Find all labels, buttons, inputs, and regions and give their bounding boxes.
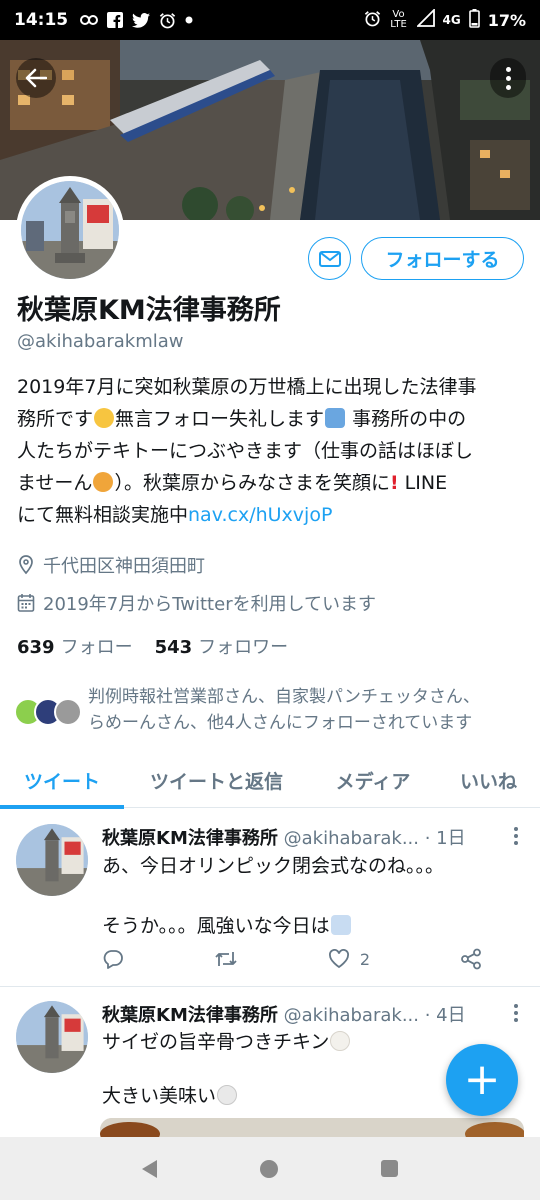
- bio-line: 人たちがテキトーにつぶやきます（仕事の話はほぼし: [17, 440, 474, 462]
- avatar-image: [16, 1001, 88, 1073]
- profile-tabs: ツイート ツイートと返信 メディア いいね: [0, 752, 540, 809]
- alarm-icon: [159, 12, 176, 29]
- retweet-icon: [215, 952, 237, 966]
- plus-icon: +: [463, 1054, 501, 1105]
- tweet-author-name: 秋葉原KM法律事務所: [102, 828, 278, 849]
- status-time: 14:15: [14, 10, 69, 30]
- tweet-avatar[interactable]: [16, 824, 88, 896]
- alarm-icon: [364, 10, 381, 31]
- nav-home-icon[interactable]: [259, 1159, 278, 1178]
- followed-by-row[interactable]: 判例時報社営業部さん、自家製パンチェッタさん、 らめーんさん、他4人さんにフォロ…: [14, 684, 534, 736]
- system-nav-bar: [0, 1137, 540, 1200]
- arrow-left-icon: [25, 68, 47, 88]
- joined-row: 2019年7月からTwitterを利用しています: [17, 590, 376, 616]
- compose-tweet-button[interactable]: +: [446, 1044, 518, 1116]
- back-button[interactable]: [16, 58, 56, 98]
- avatar: [54, 698, 82, 726]
- tweet-more-icon[interactable]: [514, 827, 518, 845]
- status-bar: 14:15 Vo LTE 4G 17%: [0, 0, 540, 40]
- tweet-time: · 1日: [424, 828, 466, 849]
- profile-joined: 2019年7月からTwitterを利用しています: [43, 594, 377, 615]
- network-type: 4G: [442, 13, 461, 27]
- person-bowing-emoji-icon: [325, 408, 346, 428]
- reply-icon: [103, 950, 123, 969]
- profile-location: 千代田区神田須田町: [43, 556, 205, 577]
- retweet-button[interactable]: [214, 950, 238, 968]
- battery-icon: [468, 8, 480, 32]
- profile-handle: @akihabarakmlaw: [17, 331, 184, 352]
- link-icon: [80, 14, 99, 26]
- avatar-image: [16, 824, 88, 896]
- location-row: 千代田区神田須田町: [17, 552, 205, 578]
- followers-label: フォロワー: [198, 637, 289, 658]
- upside-down-face-emoji-icon: [93, 472, 114, 492]
- following-link[interactable]: 639 フォロー: [17, 633, 133, 659]
- reply-button[interactable]: [102, 949, 124, 969]
- tweet-more-icon[interactable]: [514, 1004, 518, 1022]
- tweet-avatar[interactable]: [16, 1001, 88, 1073]
- heart-icon: [328, 949, 349, 969]
- tab-media[interactable]: メディア: [309, 752, 437, 808]
- calendar-icon: [17, 593, 35, 613]
- tweet-time: · 4日: [424, 1005, 466, 1026]
- followed-by-avatars: [14, 688, 86, 732]
- volte-icon: Vo LTE: [390, 9, 407, 30]
- profile-display-name: 秋葉原KM法律事務所: [17, 295, 281, 326]
- exclamation-emoji-icon: !: [389, 472, 399, 494]
- following-count: 639: [17, 637, 55, 658]
- tweet-actions: 2: [102, 948, 482, 970]
- more-options-button[interactable]: [490, 58, 526, 98]
- bio-line: 務所です 無言フォロー失礼します 事務所の中の: [17, 408, 467, 430]
- tweet-text: サイゼの旨辛骨つきチキン 大きい美味い: [102, 1027, 351, 1111]
- bio-line: にて無料相談実施中nav.cx/hUxvjoP: [17, 504, 333, 526]
- plate-emoji-icon: [217, 1085, 238, 1105]
- message-button[interactable]: [308, 237, 351, 280]
- dot-icon: [185, 16, 193, 24]
- profile-avatar[interactable]: [16, 176, 124, 284]
- follow-button[interactable]: フォローする: [361, 237, 524, 280]
- tweet-author-handle: @akihabarak...: [283, 828, 419, 849]
- wind-emoji-icon: [330, 915, 351, 935]
- battery-percent: 17%: [487, 10, 526, 30]
- followed-by-text: 判例時報社営業部さん、自家製パンチェッタさん、 らめーんさん、他4人さんにフォロ…: [88, 687, 480, 733]
- chicken-emoji-icon: [330, 1031, 351, 1051]
- twitter-icon: [132, 12, 151, 28]
- tab-likes[interactable]: いいね: [437, 752, 540, 808]
- nav-back-icon[interactable]: [141, 1159, 157, 1178]
- tweet-header: 秋葉原KM法律事務所 @akihabarak... · 4日: [102, 1001, 466, 1027]
- smile-emoji-icon: [94, 408, 115, 428]
- bio-line: ませーん ）。秋葉原からみなさまを笑顔に! LINE: [17, 472, 448, 494]
- signal-icon: [415, 7, 435, 31]
- tweet-author-handle: @akihabarak...: [283, 1005, 419, 1026]
- followers-link[interactable]: 543 フォロワー: [155, 633, 289, 659]
- profile-bio: 2019年7月に突如秋葉原の万世橋上に出現した法律事 務所です 無言フォロー失礼し…: [17, 371, 527, 531]
- follow-counts: 639 フォロー 543 フォロワー: [17, 633, 288, 659]
- share-button[interactable]: [460, 948, 482, 970]
- bio-line: 2019年7月に突如秋葉原の万世橋上に出現した法律事: [17, 376, 477, 398]
- tweet-author-name: 秋葉原KM法律事務所: [102, 1005, 278, 1026]
- mail-icon: [318, 250, 341, 267]
- tweet-text: あ、今日オリンピック閉会式なのね。。。 そうか。。。風強いな今日は: [102, 855, 445, 937]
- tab-tweets[interactable]: ツイート: [0, 752, 124, 809]
- like-count: 2: [359, 949, 371, 969]
- nav-recents-icon[interactable]: [381, 1160, 399, 1177]
- followers-count: 543: [154, 637, 193, 658]
- avatar-image: [21, 181, 119, 279]
- share-icon: [461, 948, 481, 970]
- following-label: フォロー: [60, 637, 133, 658]
- tweet-header: 秋葉原KM法律事務所 @akihabarak... · 1日: [102, 824, 466, 850]
- facebook-icon: [107, 12, 124, 28]
- tweet-divider: [0, 986, 540, 987]
- location-pin-icon: [17, 555, 35, 575]
- tab-tweets-and-replies[interactable]: ツイートと返信: [124, 752, 309, 808]
- like-button[interactable]: 2: [328, 949, 370, 969]
- bio-link[interactable]: nav.cx/hUxvjoP: [188, 504, 332, 526]
